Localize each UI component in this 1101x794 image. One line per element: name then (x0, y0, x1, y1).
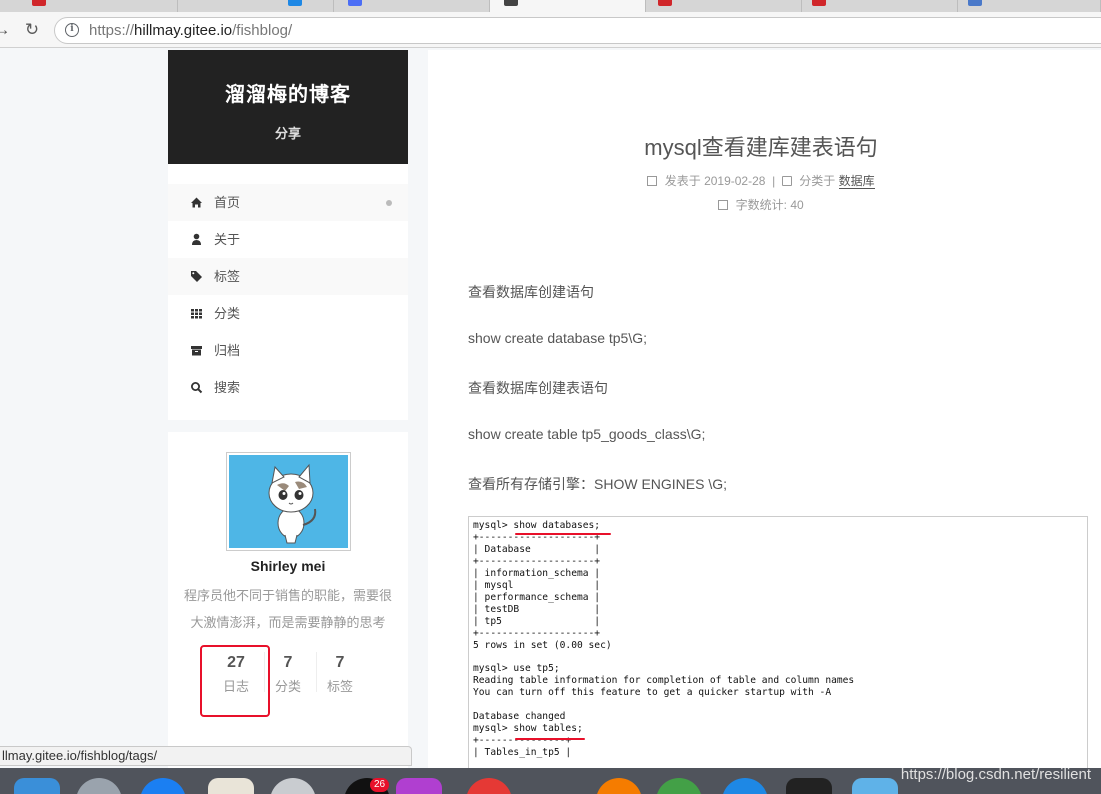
tab-favicon (348, 0, 362, 6)
browser-tab[interactable] (802, 0, 958, 12)
terminal-icon[interactable] (786, 778, 832, 794)
stat-value: 7 (335, 654, 345, 671)
author-name: Shirley mei (250, 558, 326, 574)
firefox-icon[interactable] (596, 778, 642, 794)
post-paragraph: 查看数据库创建表语句 (468, 380, 608, 396)
menu-item-label: 归档 (214, 343, 241, 358)
menu-item-about[interactable]: 关于 (168, 221, 408, 258)
post-title[interactable]: mysql查看建库建表语句 (428, 130, 1094, 162)
stat-tags[interactable]: 7 标签 (314, 654, 366, 695)
url-host: hillmay.gitee.io (134, 22, 233, 39)
annotation-underline (515, 738, 585, 740)
grid-icon (190, 295, 204, 332)
menu-item-categories[interactable]: 分类 (168, 295, 408, 332)
browser-tab[interactable] (0, 0, 178, 12)
tab-favicon (32, 0, 46, 6)
app-icon[interactable] (722, 778, 768, 794)
menu-item-archives[interactable]: 归档 (168, 332, 408, 369)
address-url[interactable]: https://hillmay.gitee.io/fishblog/ (89, 22, 292, 39)
tab-favicon (658, 0, 672, 6)
avatar (226, 452, 351, 551)
site-title[interactable]: 溜溜梅的博客 (168, 78, 408, 107)
archive-icon (190, 332, 204, 369)
app-icon[interactable] (466, 778, 512, 794)
post-paragraph: 查看所有存储引擎：SHOW ENGINES \G; (468, 476, 728, 492)
watermark-text: https://blog.csdn.net/resilient (900, 766, 1091, 783)
browser-tab[interactable] (334, 0, 490, 12)
app-icon[interactable] (852, 778, 898, 794)
post-wordcount: 字数统计: 40 (428, 196, 1094, 213)
browser-tab-strip (0, 0, 1101, 12)
meta-separator: | (772, 174, 776, 188)
browser-tab[interactable] (958, 0, 1101, 12)
browser-toolbar: → ↻ i https://hillmay.gitee.io/fishblog/ (0, 12, 1101, 48)
browser-tab[interactable] (178, 0, 334, 12)
menu-item-search[interactable]: 搜索 (168, 369, 408, 406)
reload-icon[interactable]: ↻ (22, 20, 42, 40)
app-icon[interactable] (396, 778, 442, 794)
system-preferences-icon[interactable] (270, 778, 316, 794)
menu-item-label: 搜索 (214, 380, 241, 395)
tab-favicon (288, 0, 302, 6)
wordcount-label: 字数统计: (735, 198, 787, 212)
menu-item-home[interactable]: 首页 (168, 184, 408, 221)
forward-arrow-icon[interactable]: → (0, 20, 12, 40)
finder-icon[interactable] (14, 778, 60, 794)
author-description: 程序员他不同于销售的职能，需要很大激情澎湃，而是需要静静的思考 (183, 588, 392, 630)
author-profile: Shirley mei 程序员他不同于销售的职能，需要很大激情澎湃，而是需要静静… (168, 432, 408, 772)
post-content: mysql查看建库建表语句 发表于 2019-02-28 | 分类于 数据库 字… (428, 50, 1101, 776)
post-paragraph: 查看数据库创建语句 (468, 284, 594, 300)
avatar-image (229, 455, 348, 548)
site-brand: 溜溜梅的博客 分享 (168, 50, 408, 164)
annotation-highlight-box (200, 645, 270, 717)
tab-favicon (812, 0, 826, 6)
menu-item-label: 分类 (214, 306, 241, 321)
folder-icon (781, 176, 792, 186)
calendar-icon (647, 176, 658, 186)
browser-tab[interactable] (646, 0, 802, 12)
menu-item-label: 标签 (214, 269, 241, 284)
url-path: /fishblog/ (232, 22, 293, 39)
link-status-bar: llmay.gitee.io/fishblog/tags/ (0, 746, 412, 766)
wordcount-value: 40 (790, 198, 804, 212)
info-icon[interactable]: i (65, 23, 79, 37)
terminal-screenshot: mysql> show databases; +----------------… (468, 516, 1088, 776)
terminal-output: mysql> show databases; +----------------… (473, 520, 855, 759)
category-label: 分类于 (799, 174, 836, 188)
file-word-icon (718, 200, 729, 210)
sidebar-menu: 首页 关于 标签 分类 归档 搜索 (168, 164, 408, 420)
tab-favicon (504, 0, 518, 6)
url-scheme: https:// (89, 22, 135, 39)
tags-icon (190, 258, 204, 295)
cat-illustration (268, 463, 317, 544)
address-bar[interactable]: i https://hillmay.gitee.io/fishblog/ (54, 17, 1101, 44)
post-paragraph: show create database tp5\G; (468, 330, 647, 346)
menu-item-tags[interactable]: 标签 (168, 258, 408, 295)
safari-icon[interactable] (140, 778, 186, 794)
published-label: 发表于 (664, 174, 701, 188)
browser-tab-active[interactable] (490, 0, 646, 12)
notification-badge: 26 (370, 778, 390, 792)
category-link[interactable]: 数据库 (838, 174, 875, 189)
annotation-underline (515, 533, 611, 535)
home-icon (190, 184, 204, 221)
published-date: 2019-02-28 (704, 174, 766, 188)
user-icon (190, 221, 204, 258)
search-icon (190, 369, 204, 406)
menu-item-label: 关于 (214, 232, 241, 247)
app-icon[interactable] (656, 778, 702, 794)
tab-favicon (968, 0, 982, 6)
post-meta: 发表于 2019-02-28 | 分类于 数据库 (428, 172, 1094, 189)
post-paragraph: show create table tp5_goods_class\G; (468, 426, 706, 442)
site-subtitle: 分享 (274, 126, 301, 141)
notes-icon[interactable] (208, 778, 254, 794)
stat-label: 标签 (326, 679, 353, 694)
active-indicator-dot (386, 200, 392, 206)
launchpad-icon[interactable] (76, 778, 122, 794)
menu-item-label: 首页 (214, 195, 241, 210)
